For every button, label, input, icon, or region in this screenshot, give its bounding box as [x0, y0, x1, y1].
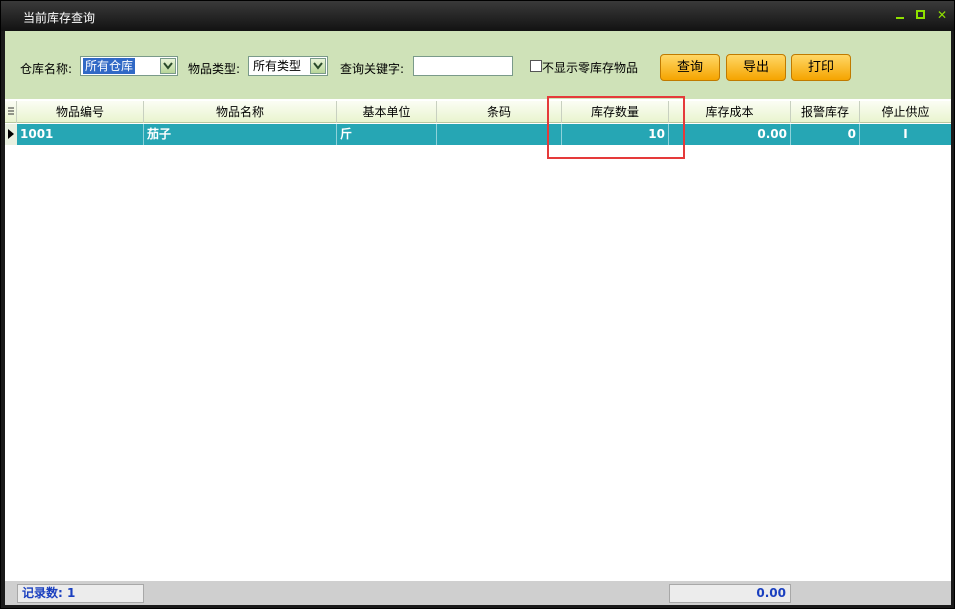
warehouse-select[interactable]: 所有仓库	[80, 56, 178, 76]
table-row[interactable]: 1001 茄子 斤 10 0.00 0 I	[5, 124, 951, 145]
keyword-input[interactable]	[413, 56, 513, 76]
minimize-icon[interactable]	[893, 8, 907, 22]
chevron-down-icon[interactable]	[310, 58, 326, 74]
record-count: 记录数: 1	[17, 584, 144, 603]
cost-total: 0.00	[669, 584, 791, 603]
item-type-select[interactable]: 所有类型	[248, 56, 328, 76]
column-chooser-icon[interactable]	[5, 101, 17, 123]
cell-cost[interactable]: 0.00	[669, 124, 791, 145]
column-header-alarm[interactable]: 报警库存	[791, 101, 860, 123]
warehouse-select-value: 所有仓库	[81, 57, 137, 75]
inventory-grid: 物品编号 物品名称 基本单位 条码 库存数量 库存成本 报警库存 停止供应 10…	[5, 99, 951, 581]
close-icon[interactable]: ✕	[935, 8, 949, 22]
cell-code[interactable]: 1001	[17, 124, 144, 145]
inventory-window: 当前库存查询 ✕ 仓库名称: 所有仓库 物品类型: 所有类型 查询关键字: 不显…	[0, 0, 955, 609]
hide-zero-stock-label[interactable]: 不显示零库存物品	[542, 59, 638, 76]
column-header-barcode[interactable]: 条码	[437, 101, 562, 123]
column-header-stop-supply[interactable]: 停止供应	[860, 101, 951, 123]
keyword-label: 查询关键字:	[340, 62, 405, 76]
column-header-unit[interactable]: 基本单位	[337, 101, 437, 123]
item-type-label: 物品类型:	[188, 62, 241, 76]
column-header-cost[interactable]: 库存成本	[669, 101, 791, 123]
query-button[interactable]: 查询	[660, 54, 720, 81]
column-header-quantity[interactable]: 库存数量	[562, 101, 669, 123]
cell-alarm[interactable]: 0	[791, 124, 860, 145]
query-toolbar: 仓库名称: 所有仓库 物品类型: 所有类型 查询关键字: 不显示零库存物品 查询…	[5, 31, 951, 99]
grid-header: 物品编号 物品名称 基本单位 条码 库存数量 库存成本 报警库存 停止供应	[5, 101, 951, 123]
title-bar[interactable]: 当前库存查询 ✕	[1, 1, 954, 31]
cell-unit[interactable]: 斤	[337, 124, 437, 145]
status-footer: 记录数: 1 0.00	[5, 581, 951, 605]
print-button[interactable]: 打印	[791, 54, 851, 81]
row-pointer-icon	[5, 124, 17, 145]
item-type-select-value: 所有类型	[253, 59, 302, 73]
column-header-code[interactable]: 物品编号	[17, 101, 144, 123]
cell-barcode[interactable]	[437, 124, 562, 145]
maximize-icon[interactable]	[914, 8, 928, 22]
chevron-down-icon[interactable]	[160, 58, 176, 74]
column-header-name[interactable]: 物品名称	[144, 101, 337, 123]
cell-name[interactable]: 茄子	[144, 124, 337, 145]
hide-zero-stock-checkbox[interactable]	[530, 60, 542, 72]
cell-stop-supply[interactable]: I	[860, 124, 951, 145]
cell-quantity[interactable]: 10	[562, 124, 669, 145]
window-title: 当前库存查询	[23, 11, 96, 25]
export-button[interactable]: 导出	[726, 54, 786, 81]
warehouse-label: 仓库名称:	[20, 62, 73, 76]
